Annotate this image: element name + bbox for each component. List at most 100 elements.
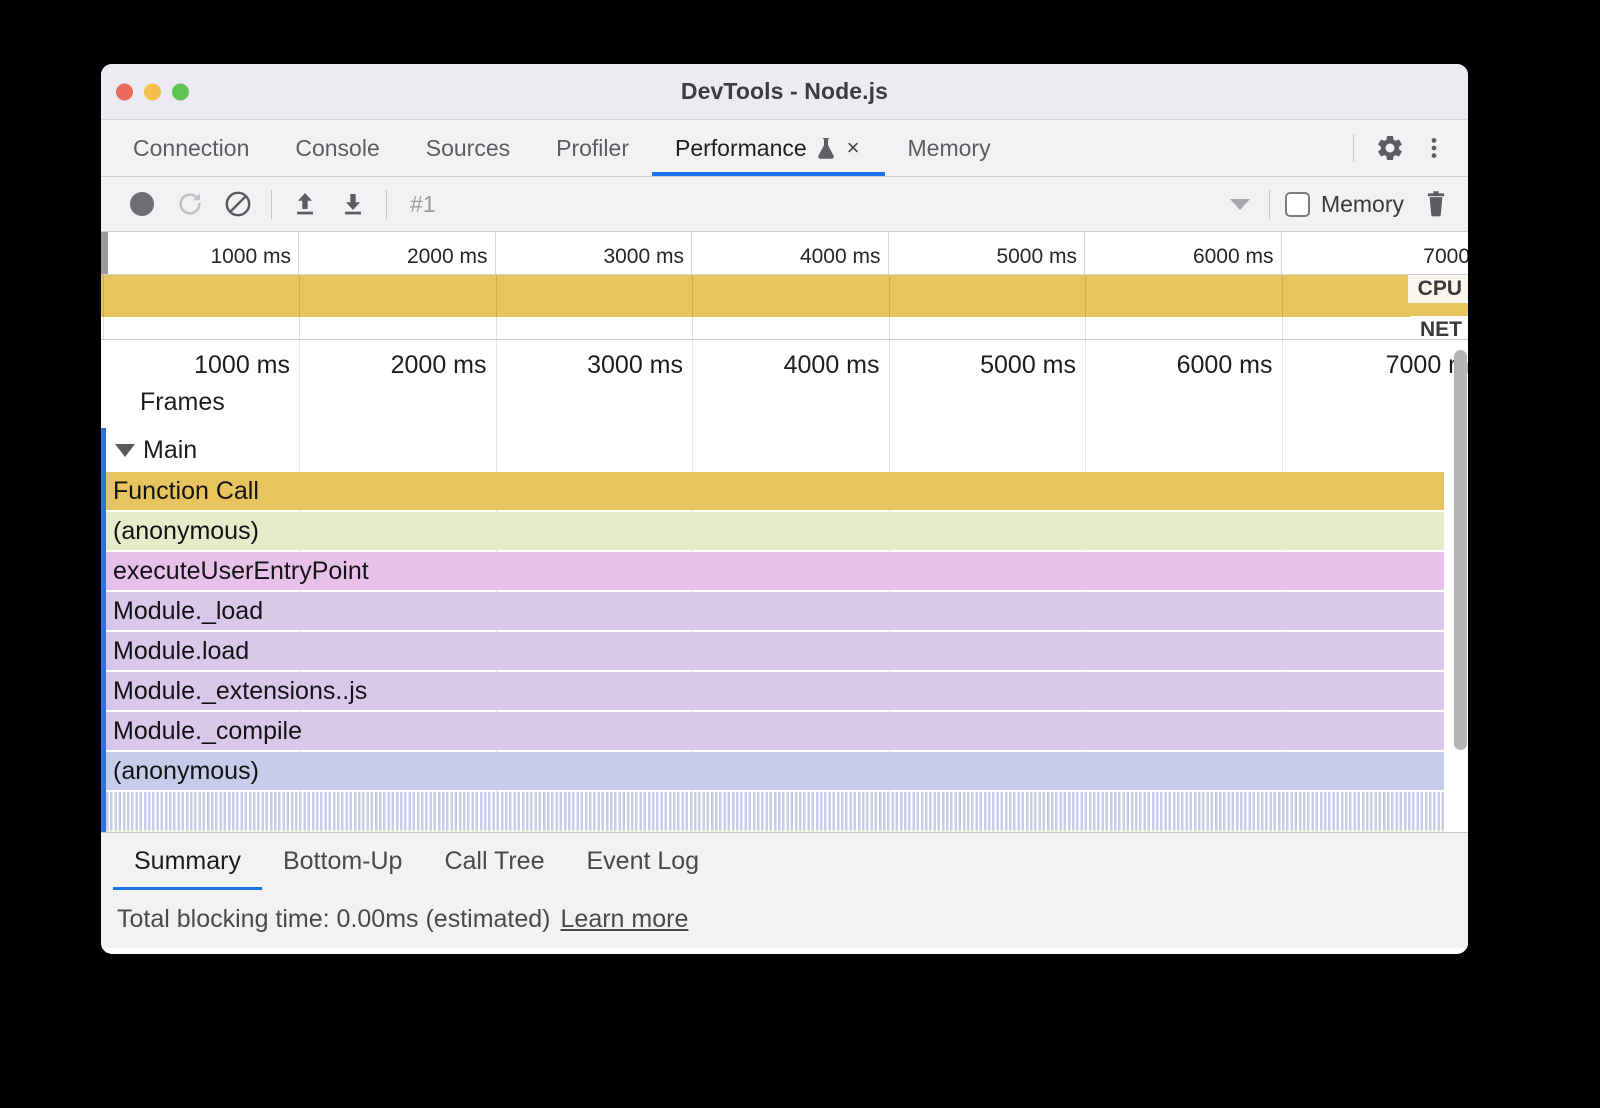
overview-tick-label: 4000 ms [800,245,881,269]
net-band-label: NET [1410,316,1468,340]
tab-sources[interactable]: Sources [403,120,533,176]
upload-arrow-icon[interactable] [281,180,329,228]
flame-bar[interactable]: executeUserEntryPoint [106,552,1444,590]
details-tabbar: Summary Bottom-Up Call Tree Event Log [101,832,1468,890]
overview-tick: 2000 ms [299,232,496,274]
flamechart-tick: 5000 ms [889,340,1086,386]
tab-label: Summary [134,847,241,876]
flame-chart-pane[interactable]: 1000 ms 2000 ms 3000 ms 4000 ms 5000 ms6000 … [101,340,1468,832]
flamechart-tick-label: 3000 ms [587,351,683,380]
timeline-overview[interactable]: 1000 ms 2000 ms 3000 ms 4000 ms 5000 ms 6000 … [101,232,1468,340]
flame-bar-striped[interactable] [106,792,1444,830]
devtools-window: DevTools - Node.js Connection Console So… [101,64,1468,954]
chevron-down-icon[interactable] [1230,199,1250,210]
flame-row: Module._extensions..js [101,672,1468,710]
frames-track-label: Frames [140,388,225,417]
learn-more-link[interactable]: Learn more [561,905,689,934]
overview-tick-label: 1000 ms [210,245,291,269]
overview-tick-label: 7000 [1423,245,1468,269]
toolbar-divider-2 [386,190,387,219]
tab-memory[interactable]: Memory [885,120,1014,176]
flame-row: executeUserEntryPoint [101,552,1468,590]
memory-checkbox[interactable] [1285,192,1310,217]
total-blocking-time-text: Total blocking time: 0.00ms (estimated) [117,905,551,934]
no-entry-icon[interactable] [214,180,262,228]
minimize-window-button[interactable] [144,83,161,100]
flame-bar[interactable]: Module._compile [106,712,1444,750]
tab-event-log[interactable]: Event Log [566,833,721,890]
net-activity-band [101,317,1468,339]
flame-bar[interactable]: (anonymous) [106,512,1444,550]
flame-bar[interactable]: Module.load [106,632,1444,670]
overview-tick: 1000 ms [103,232,300,274]
tab-call-tree[interactable]: Call Tree [423,833,565,890]
flame-row: Module._load [101,592,1468,630]
flame-bar-striped[interactable] [106,830,1444,832]
panel-tabbar: Connection Console Sources Profiler Perf… [101,120,1468,177]
tab-label: Call Tree [444,847,544,876]
flamechart-tick: 7000 m [1282,340,1469,386]
flame-row: Module.load [101,632,1468,670]
flamechart-tick-label: 1000 ms [194,351,290,380]
more-vertical-icon[interactable] [1412,126,1456,170]
tabbar-actions [1347,120,1468,176]
cpu-band-label: CPU [1408,275,1468,303]
toolbar-divider-3 [1269,190,1270,219]
flame-row: (anonymous) [101,512,1468,550]
overview-selection-handle[interactable] [101,232,108,274]
flamechart-tick: 2000 ms [299,340,496,386]
flame-bar[interactable]: (anonymous) [106,752,1444,790]
close-icon[interactable]: × [845,137,862,159]
tab-performance[interactable]: Performance × [652,120,885,176]
vertical-scrollbar[interactable] [1454,350,1467,750]
tab-profiler[interactable]: Profiler [533,120,652,176]
overview-time-ruler: 1000 ms 2000 ms 3000 ms 4000 ms 5000 ms 6000 … [101,232,1468,275]
flame-bar[interactable]: Module._load [106,592,1444,630]
memory-checkbox-group[interactable]: Memory [1279,191,1410,218]
flame-bar[interactable]: Module._extensions..js [106,672,1444,710]
overview-tick: 4000 ms [692,232,889,274]
tab-bottom-up[interactable]: Bottom-Up [262,833,423,890]
download-arrow-icon[interactable] [329,180,377,228]
trash-icon[interactable] [1410,180,1462,228]
flamechart-tick: 4000 ms [692,340,889,386]
overview-tick: 7000 [1282,232,1469,274]
overview-tick: 3000 ms [496,232,693,274]
traffic-lights [116,83,189,100]
tab-label: Connection [133,135,249,162]
memory-checkbox-label: Memory [1321,191,1404,218]
tab-label: Memory [908,135,991,162]
tab-label: Profiler [556,135,629,162]
toolbar-divider [271,190,272,219]
performance-toolbar: #1 Memory [101,177,1468,232]
main-track-header[interactable]: Main [101,428,1468,472]
overview-tick-label: 3000 ms [603,245,684,269]
overview-tick: 6000 ms [1085,232,1282,274]
tab-label: Sources [426,135,510,162]
flamechart-tick: 3000 ms [496,340,693,386]
gear-icon[interactable] [1368,126,1412,170]
tab-summary[interactable]: Summary [113,833,262,890]
reload-icon[interactable] [166,180,214,228]
overview-tick-label: 6000 ms [1193,245,1274,269]
cpu-activity-band [101,275,1468,317]
flame-row [101,830,1468,832]
summary-statusbar: Total blocking time: 0.00ms (estimated) … [101,890,1468,948]
chevron-down-icon[interactable] [115,444,135,457]
tab-console[interactable]: Console [272,120,402,176]
overview-tick-label: 5000 ms [996,245,1077,269]
flamechart-tick-label: 4000 ms [784,351,880,380]
close-window-button[interactable] [116,83,133,100]
tab-label: Performance [675,135,807,162]
window-title: DevTools - Node.js [101,78,1468,105]
tabbar-divider [1353,134,1354,162]
maximize-window-button[interactable] [172,83,189,100]
window-titlebar: DevTools - Node.js [101,64,1468,120]
main-track: Main Function Call(anonymous)executeUser… [101,428,1468,832]
flame-bar[interactable]: Function Call [106,472,1444,510]
flame-row: Function Call [101,472,1468,510]
record-circle-icon[interactable] [118,180,166,228]
tab-connection[interactable]: Connection [110,120,272,176]
session-label: #1 [396,191,450,218]
flamechart-tick: 6000 ms [1085,340,1282,386]
